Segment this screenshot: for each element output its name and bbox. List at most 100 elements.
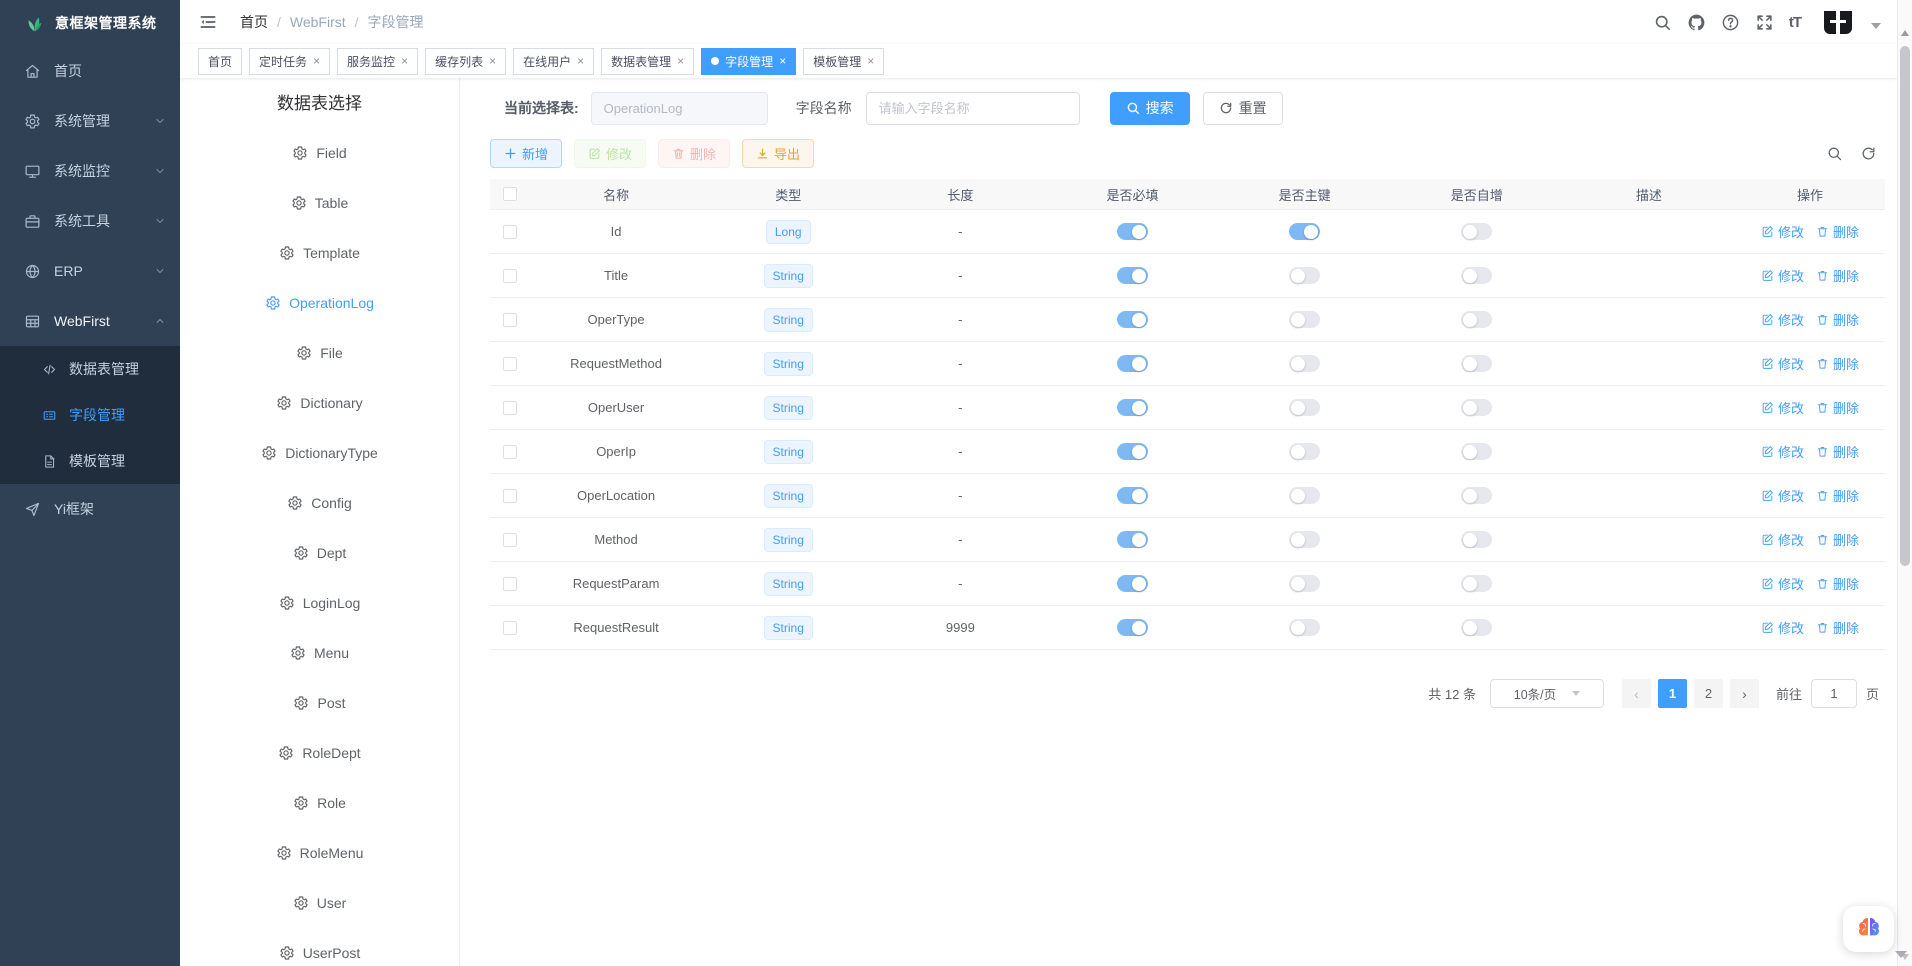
row-checkbox[interactable]	[503, 445, 517, 459]
row-edit-button[interactable]: 修改	[1761, 486, 1804, 505]
tab-缓存列表[interactable]: 缓存列表×	[425, 48, 506, 75]
row-checkbox[interactable]	[503, 621, 517, 635]
github-icon[interactable]	[1687, 13, 1706, 32]
row-delete-button[interactable]: 删除	[1816, 266, 1859, 285]
close-icon[interactable]: ×	[677, 55, 684, 67]
primary-key-toggle[interactable]	[1289, 223, 1320, 240]
prev-page-button[interactable]: ‹	[1622, 679, 1651, 708]
tab-定时任务[interactable]: 定时任务×	[249, 48, 330, 75]
row-edit-button[interactable]: 修改	[1761, 398, 1804, 417]
row-delete-button[interactable]: 删除	[1816, 618, 1859, 637]
add-button[interactable]: 新增	[490, 139, 562, 168]
tree-item-Menu[interactable]: Menu	[180, 635, 459, 671]
row-checkbox[interactable]	[503, 269, 517, 283]
tab-服务监控[interactable]: 服务监控×	[337, 48, 418, 75]
sidebar-item-系统工具[interactable]: 系统工具	[0, 196, 180, 246]
row-edit-button[interactable]: 修改	[1761, 354, 1804, 373]
auto-increment-toggle[interactable]	[1461, 267, 1492, 284]
tree-item-UserPost[interactable]: UserPost	[180, 935, 459, 966]
page-button-1[interactable]: 1	[1658, 679, 1687, 708]
sidebar-subitem-字段管理[interactable]: 字段管理	[0, 392, 180, 438]
page-button-2[interactable]: 2	[1694, 679, 1723, 708]
sidebar-subitem-数据表管理[interactable]: 数据表管理	[0, 346, 180, 392]
primary-key-toggle[interactable]	[1289, 487, 1320, 504]
tab-首页[interactable]: 首页	[198, 48, 242, 75]
sidebar-item-WebFirst[interactable]: WebFirst	[0, 296, 180, 346]
row-edit-button[interactable]: 修改	[1761, 574, 1804, 593]
auto-increment-toggle[interactable]	[1461, 531, 1492, 548]
tree-item-Dept[interactable]: Dept	[180, 535, 459, 571]
ai-collapse-caret-icon[interactable]	[1895, 951, 1907, 958]
page-size-select[interactable]: 10条/页	[1490, 679, 1604, 708]
close-icon[interactable]: ×	[313, 55, 320, 67]
auto-increment-toggle[interactable]	[1461, 355, 1492, 372]
tree-item-RoleMenu[interactable]: RoleMenu	[180, 835, 459, 871]
row-delete-button[interactable]: 删除	[1816, 222, 1859, 241]
reset-button[interactable]: 重置	[1203, 92, 1283, 125]
required-toggle[interactable]	[1117, 487, 1148, 504]
brand-logo[interactable]	[1822, 9, 1854, 36]
tree-item-Field[interactable]: Field	[180, 135, 459, 171]
fullscreen-icon[interactable]	[1755, 13, 1774, 32]
row-checkbox[interactable]	[503, 313, 517, 327]
tree-item-File[interactable]: File	[180, 335, 459, 371]
required-toggle[interactable]	[1117, 443, 1148, 460]
primary-key-toggle[interactable]	[1289, 443, 1320, 460]
required-toggle[interactable]	[1117, 399, 1148, 416]
tree-item-LoginLog[interactable]: LoginLog	[180, 585, 459, 621]
auto-increment-toggle[interactable]	[1461, 399, 1492, 416]
next-page-button[interactable]: ›	[1730, 679, 1759, 708]
primary-key-toggle[interactable]	[1289, 399, 1320, 416]
primary-key-toggle[interactable]	[1289, 531, 1320, 548]
sidebar-item-系统管理[interactable]: 系统管理	[0, 96, 180, 146]
scroll-up-arrow-icon[interactable]	[1901, 30, 1909, 36]
collapse-menu-icon[interactable]	[198, 12, 218, 32]
edit-button[interactable]: 修改	[574, 139, 646, 168]
ai-assistant-button[interactable]	[1843, 906, 1894, 952]
delete-button[interactable]: 删除	[658, 139, 730, 168]
row-delete-button[interactable]: 删除	[1816, 574, 1859, 593]
sidebar-subitem-模板管理[interactable]: 模板管理	[0, 438, 180, 484]
row-edit-button[interactable]: 修改	[1761, 310, 1804, 329]
required-toggle[interactable]	[1117, 311, 1148, 328]
tab-模板管理[interactable]: 模板管理×	[803, 48, 884, 75]
breadcrumb-home[interactable]: 首页	[240, 12, 268, 32]
row-edit-button[interactable]: 修改	[1761, 442, 1804, 461]
tab-数据表管理[interactable]: 数据表管理×	[601, 48, 694, 75]
required-toggle[interactable]	[1117, 267, 1148, 284]
tree-item-Dictionary[interactable]: Dictionary	[180, 385, 459, 421]
row-edit-button[interactable]: 修改	[1761, 266, 1804, 285]
close-icon[interactable]: ×	[867, 55, 874, 67]
row-edit-button[interactable]: 修改	[1761, 222, 1804, 241]
row-delete-button[interactable]: 删除	[1816, 398, 1859, 417]
required-toggle[interactable]	[1117, 223, 1148, 240]
row-checkbox[interactable]	[503, 533, 517, 547]
primary-key-toggle[interactable]	[1289, 311, 1320, 328]
primary-key-toggle[interactable]	[1289, 267, 1320, 284]
select-all-checkbox[interactable]	[503, 187, 517, 201]
primary-key-toggle[interactable]	[1289, 619, 1320, 636]
search-icon[interactable]	[1826, 145, 1843, 162]
auto-increment-toggle[interactable]	[1461, 311, 1492, 328]
close-icon[interactable]: ×	[577, 55, 584, 67]
auto-increment-toggle[interactable]	[1461, 575, 1492, 592]
tree-item-Post[interactable]: Post	[180, 685, 459, 721]
row-edit-button[interactable]: 修改	[1761, 530, 1804, 549]
page-scrollbar[interactable]	[1897, 0, 1912, 966]
tree-item-DictionaryType[interactable]: DictionaryType	[180, 435, 459, 471]
required-toggle[interactable]	[1117, 355, 1148, 372]
sidebar-item-系统监控[interactable]: 系统监控	[0, 146, 180, 196]
auto-increment-toggle[interactable]	[1461, 487, 1492, 504]
close-icon[interactable]: ×	[779, 55, 786, 67]
tab-字段管理[interactable]: 字段管理×	[701, 48, 796, 75]
tab-在线用户[interactable]: 在线用户×	[513, 48, 594, 75]
required-toggle[interactable]	[1117, 531, 1148, 548]
close-icon[interactable]: ×	[489, 55, 496, 67]
row-checkbox[interactable]	[503, 225, 517, 239]
row-delete-button[interactable]: 删除	[1816, 310, 1859, 329]
goto-page-input[interactable]	[1812, 686, 1856, 701]
auto-increment-toggle[interactable]	[1461, 619, 1492, 636]
row-delete-button[interactable]: 删除	[1816, 354, 1859, 373]
sidebar-item-Yi框架[interactable]: Yi框架	[0, 484, 180, 534]
tree-item-Table[interactable]: Table	[180, 185, 459, 221]
